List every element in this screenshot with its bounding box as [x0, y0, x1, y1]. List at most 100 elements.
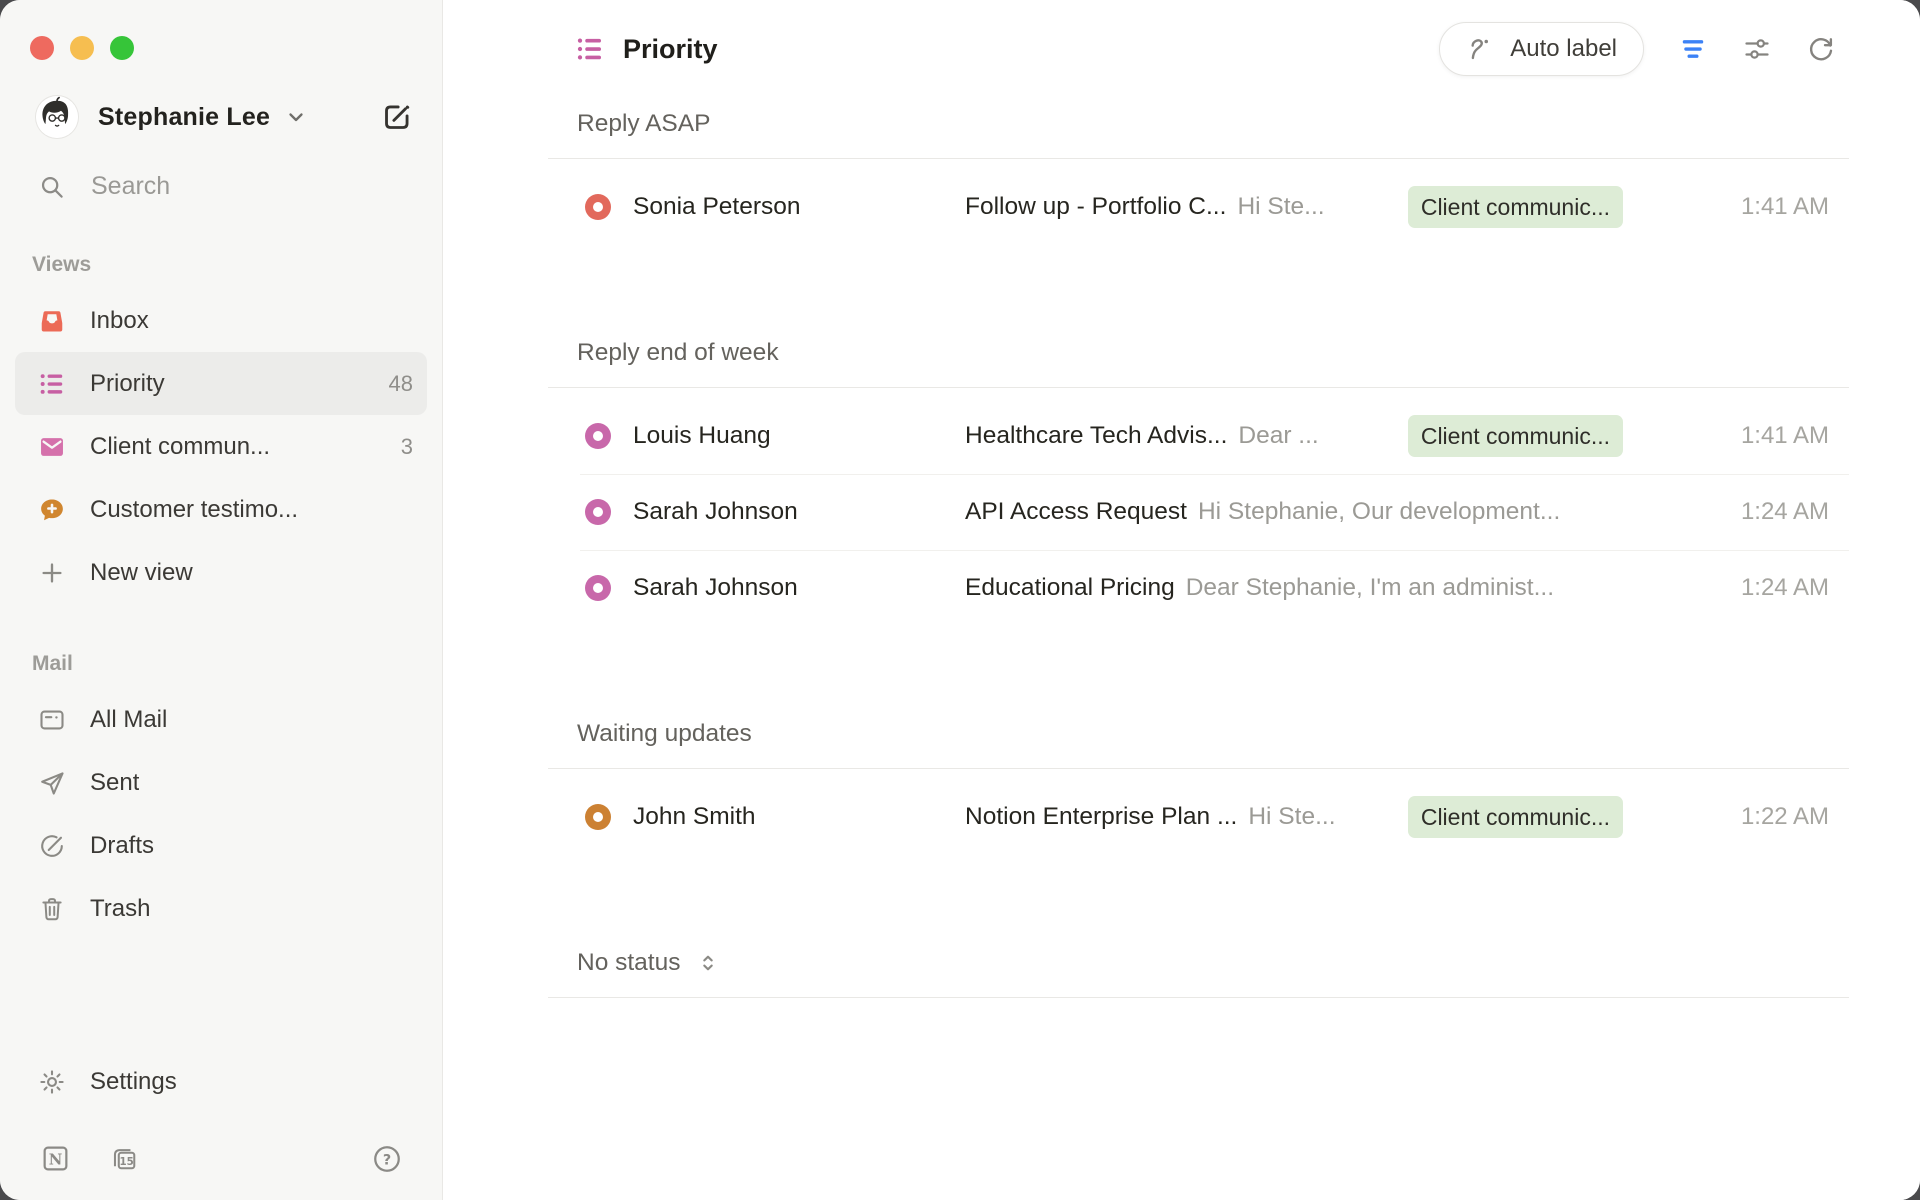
notion-logo-icon[interactable]: N: [40, 1143, 71, 1174]
email-time: 1:41 AM: [1679, 193, 1829, 221]
sidebar-item-drafts[interactable]: Drafts: [15, 814, 427, 877]
sidebar-item-inbox[interactable]: Inbox: [15, 289, 427, 352]
search-icon: [38, 173, 65, 200]
email-preview: Hi Ste...: [1248, 803, 1335, 831]
status-group-reply-asap: Reply ASAP Sonia Peterson Follow up - Po…: [548, 110, 1849, 245]
sidebar-item-label: Settings: [90, 1068, 177, 1096]
display-filter-icon[interactable]: [1678, 34, 1708, 64]
window-controls: [0, 0, 442, 60]
app-switcher-row: N 15 ?: [40, 1143, 402, 1174]
drafts-icon: [38, 832, 66, 860]
trash-icon: [38, 895, 66, 923]
email-list: Reply ASAP Sonia Peterson Follow up - Po…: [443, 98, 1920, 1200]
label-badge[interactable]: Client communic...: [1408, 186, 1623, 228]
sidebar-item-label: Inbox: [90, 307, 149, 335]
status-group-reply-end-of-week: Reply end of week Louis Huang Healthcare…: [548, 339, 1849, 626]
avatar: [36, 96, 78, 138]
sidebar-item-label: Sent: [90, 769, 139, 797]
group-header: Reply end of week: [548, 339, 1849, 388]
auto-label-button[interactable]: Auto label: [1439, 22, 1644, 76]
email-row[interactable]: Sonia Peterson Follow up - Portfolio C..…: [548, 169, 1849, 245]
label-badge[interactable]: Client communic...: [1408, 415, 1623, 457]
label-badge[interactable]: Client communic...: [1408, 796, 1623, 838]
sidebar-item-trash[interactable]: Trash: [15, 877, 427, 940]
sender-status-dot: [585, 804, 611, 830]
email-subject: Healthcare Tech Advis...: [965, 422, 1227, 450]
email-time: 1:22 AM: [1679, 803, 1829, 831]
refresh-icon[interactable]: [1806, 34, 1836, 64]
email-row[interactable]: Sarah Johnson API Access Request Hi Step…: [548, 474, 1849, 550]
inbox-icon: [38, 307, 66, 335]
sidebar-item-label: Customer testimo...: [90, 496, 298, 524]
email-sender: John Smith: [633, 803, 965, 831]
sidebar-item-label: Client commun...: [90, 433, 270, 461]
chat-plus-icon: [38, 496, 66, 524]
views-section-label: Views: [32, 253, 442, 277]
chevron-down-icon: [284, 105, 308, 129]
sidebar-item-client-communication[interactable]: Client commun... 3: [15, 415, 427, 478]
auto-label-wand-icon: [1466, 34, 1496, 64]
group-title: Reply ASAP: [577, 110, 710, 138]
window-close-button[interactable]: [30, 36, 54, 60]
account-switcher[interactable]: Stephanie Lee: [36, 96, 414, 138]
page-title: Priority: [623, 34, 718, 65]
sidebar-item-label: Priority: [90, 370, 165, 398]
group-title: No status: [577, 949, 681, 977]
envelope-icon: [38, 433, 66, 461]
priority-list-icon: [38, 370, 66, 398]
sidebar: Stephanie Lee Search Views Inbox: [0, 0, 443, 1200]
email-preview: Hi Stephanie, Our development...: [1198, 498, 1560, 526]
sidebar-item-label: Drafts: [90, 832, 154, 860]
sliders-icon[interactable]: [1742, 34, 1772, 64]
window-zoom-button[interactable]: [110, 36, 134, 60]
sidebar-item-new-view[interactable]: New view: [15, 541, 427, 604]
compose-icon[interactable]: [380, 100, 414, 134]
sender-status-dot: [585, 575, 611, 601]
email-row[interactable]: Louis Huang Healthcare Tech Advis... Dea…: [548, 398, 1849, 474]
email-sender: Sarah Johnson: [633, 498, 965, 526]
sender-status-dot: [585, 499, 611, 525]
group-header: Waiting updates: [548, 720, 1849, 769]
email-subject: API Access Request: [965, 498, 1187, 526]
main-content: Priority Auto label: [443, 0, 1920, 1200]
gear-icon: [38, 1068, 66, 1096]
email-sender: Sonia Peterson: [633, 193, 965, 221]
email-row[interactable]: Sarah Johnson Educational Pricing Dear S…: [548, 550, 1849, 626]
sender-status-dot: [585, 194, 611, 220]
sidebar-item-label: New view: [90, 559, 193, 587]
all-mail-icon: [38, 706, 66, 734]
email-sender: Louis Huang: [633, 422, 965, 450]
help-icon[interactable]: ?: [372, 1144, 402, 1174]
group-header-toggle[interactable]: No status: [548, 949, 1849, 998]
calendar-icon[interactable]: 15: [109, 1143, 140, 1174]
svg-text:N: N: [49, 1150, 63, 1168]
profile-name: Stephanie Lee: [98, 103, 270, 132]
status-group-no-status: No status: [548, 949, 1849, 998]
sidebar-item-label: All Mail: [90, 706, 167, 734]
sidebar-item-customer-testimonials[interactable]: Customer testimo...: [15, 478, 427, 541]
search-input[interactable]: Search: [38, 172, 414, 201]
email-preview: Dear ...: [1238, 422, 1318, 450]
sidebar-item-all-mail[interactable]: All Mail: [15, 688, 427, 751]
sidebar-item-sent[interactable]: Sent: [15, 751, 427, 814]
email-time: 1:24 AM: [1679, 574, 1829, 602]
email-preview: Hi Ste...: [1237, 193, 1324, 221]
send-icon: [38, 769, 66, 797]
mail-section-label: Mail: [32, 652, 442, 676]
sidebar-item-priority[interactable]: Priority 48: [15, 352, 427, 415]
unread-count: 3: [401, 434, 413, 460]
group-title: Waiting updates: [577, 720, 752, 748]
svg-text:?: ?: [383, 1152, 391, 1168]
unread-count: 48: [389, 371, 413, 397]
view-header: Priority Auto label: [443, 0, 1920, 98]
window-minimize-button[interactable]: [70, 36, 94, 60]
group-header: Reply ASAP: [548, 110, 1849, 159]
group-title: Reply end of week: [577, 339, 779, 367]
sidebar-footer: Settings N 15 ?: [0, 1050, 442, 1200]
search-placeholder: Search: [91, 172, 170, 201]
email-subject: Notion Enterprise Plan ...: [965, 803, 1237, 831]
email-sender: Sarah Johnson: [633, 574, 965, 602]
email-row[interactable]: John Smith Notion Enterprise Plan ... Hi…: [548, 779, 1849, 855]
sidebar-item-settings[interactable]: Settings: [15, 1050, 427, 1113]
sidebar-item-label: Trash: [90, 895, 150, 923]
